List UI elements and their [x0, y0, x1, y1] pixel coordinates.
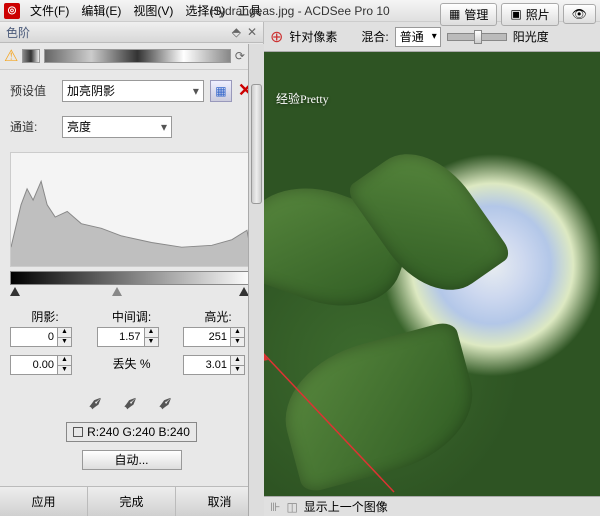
status-text: 显示上一个图像	[304, 498, 388, 515]
menu-file[interactable]: 文件(F)	[24, 2, 75, 19]
white-eyedropper[interactable]: ✒	[151, 389, 181, 419]
midtone-input[interactable]: ▲▼	[97, 327, 167, 347]
menu-select[interactable]: 选择(S)	[179, 2, 231, 19]
sample-swatch	[73, 427, 83, 437]
status-bar: ⊪ ◫ 显示上一个图像	[264, 496, 600, 516]
black-eyedropper[interactable]: ✒	[82, 389, 112, 419]
disk-icon: ▦	[215, 84, 226, 98]
done-button[interactable]: 完成	[88, 487, 176, 516]
close-icon[interactable]: ✕	[247, 25, 257, 39]
preset-thumb-icon[interactable]	[22, 49, 40, 63]
highlight-label: 高光:	[183, 308, 253, 325]
rgb-readout: R:240 G:240 B:240	[66, 422, 197, 442]
midtone-label: 中间调:	[97, 308, 167, 325]
midtone-slider[interactable]	[112, 287, 122, 296]
eye-icon: 👁	[572, 7, 587, 21]
preset-combo[interactable]: 加亮阴影	[62, 80, 204, 102]
levels-panel: 色阶 ⬘ ✕ ⚠ ⟳ ⊘ 预设值 加亮阴影 ▦ ✕ 通道: 亮度	[0, 22, 264, 516]
menu-tools[interactable]: 工具	[231, 2, 267, 19]
panel-title: 色阶	[6, 24, 30, 41]
histogram-icon[interactable]: ⊪	[270, 500, 280, 514]
shadow-slider[interactable]	[10, 287, 20, 296]
target-label: 针对像素	[289, 28, 337, 45]
highlight-input[interactable]: ▲▼	[183, 327, 253, 347]
photo-icon: ▣	[510, 7, 521, 21]
app-logo: ◎	[4, 3, 20, 19]
pin-icon[interactable]: ⬘	[232, 25, 241, 39]
menu-view[interactable]: 视图(V)	[127, 2, 179, 19]
menu-edit[interactable]: 编辑(E)	[75, 2, 127, 19]
apply-button[interactable]: 应用	[0, 487, 88, 516]
view-tab[interactable]: 👁	[563, 4, 596, 24]
watermark-text: 经验Pretty	[276, 60, 329, 115]
gradient-strip	[10, 271, 253, 285]
scrollbar-thumb[interactable]	[251, 84, 262, 204]
exposure-label: 阳光度	[513, 28, 549, 45]
target-icon[interactable]: ⊕	[270, 27, 283, 47]
auto-button[interactable]: 自动...	[82, 450, 182, 470]
gray-eyedropper[interactable]: ✒	[117, 389, 147, 419]
channel-combo[interactable]: 亮度	[62, 116, 172, 138]
preset-label: 预设值	[10, 82, 62, 99]
save-preset-button[interactable]: ▦	[210, 80, 232, 102]
warning-icon: ⚠	[4, 46, 18, 66]
split-icon[interactable]: ◫	[286, 500, 297, 514]
shadow-input[interactable]: ▲▼	[10, 327, 80, 347]
refresh-icon[interactable]: ⟳	[235, 49, 245, 63]
blend-label: 混合:	[361, 28, 388, 45]
grid-icon: ▦	[449, 7, 460, 21]
level-sliders[interactable]: Z	[10, 287, 253, 299]
output-black-input[interactable]: ▲▼	[10, 355, 80, 375]
image-canvas[interactable]: 经验Pretty	[264, 52, 600, 496]
histogram	[10, 152, 253, 267]
output-white-input[interactable]: ▲▼	[183, 355, 253, 375]
photo-tab[interactable]: ▣照片	[501, 3, 558, 26]
shadow-label: 阴影:	[10, 308, 80, 325]
blend-combo[interactable]: 普通	[395, 27, 441, 47]
manage-tab[interactable]: ▦管理	[440, 3, 497, 26]
panel-scrollbar[interactable]	[248, 44, 264, 516]
gradient-preview	[44, 49, 231, 63]
panel-toolbar: ⚠ ⟳ ⊘	[0, 43, 263, 70]
opacity-slider[interactable]	[447, 33, 507, 41]
loss-label: 丢失 %	[97, 355, 167, 372]
channel-label: 通道:	[10, 118, 62, 135]
